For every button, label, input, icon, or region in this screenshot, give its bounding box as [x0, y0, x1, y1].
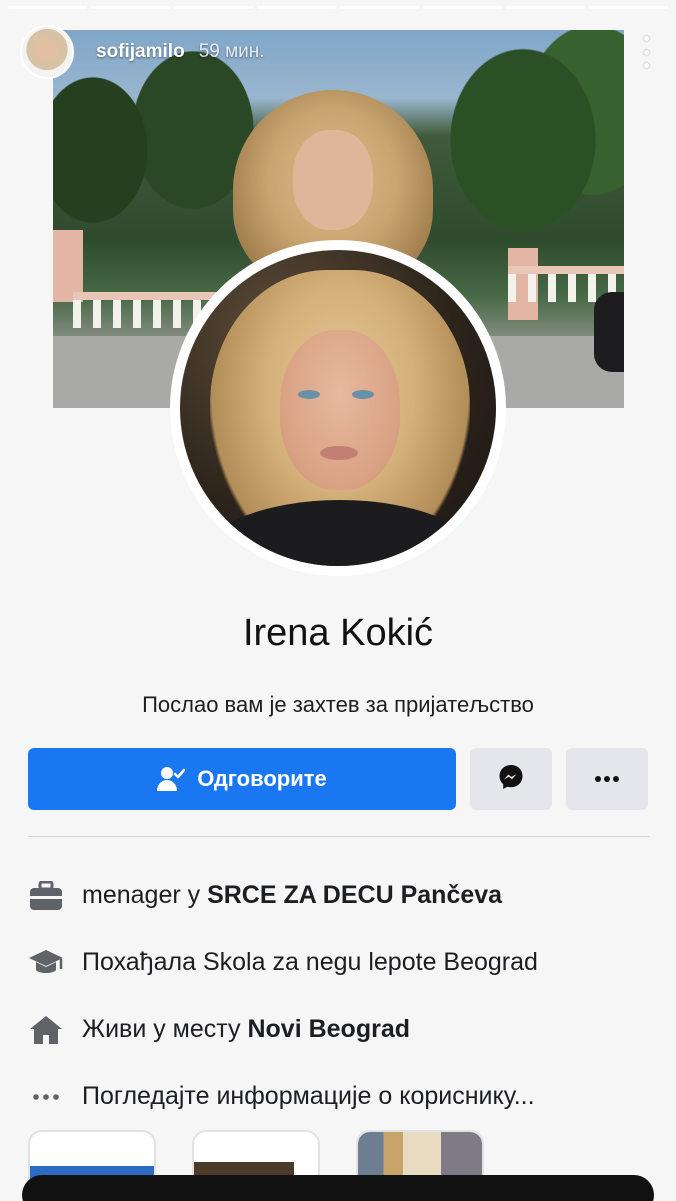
info-location-prefix: Живи у месту — [82, 1015, 248, 1043]
info-work-company[interactable]: SRCE ZA DECU Pančeva — [207, 881, 502, 909]
friend-request-text: Послао вам је захтев за пријатељство — [142, 692, 534, 717]
respond-button-label: Одговорите — [197, 766, 327, 791]
story-reply-bar[interactable] — [22, 1175, 654, 1201]
divider — [28, 836, 650, 837]
profile-name: Irena Kokić — [242, 612, 434, 654]
messenger-button[interactable] — [470, 748, 552, 810]
messenger-icon — [497, 763, 525, 796]
info-work-prefix: menager у — [82, 881, 208, 909]
graduation-cap-icon — [28, 945, 64, 981]
briefcase-icon — [28, 878, 64, 914]
info-work: menager у SRCE ZA DECU Pančeva — [28, 862, 668, 929]
story-time: 59 мин. — [198, 41, 265, 62]
progress-segment — [340, 6, 419, 9]
info-see-more-text: Погледајте информације о кориснику... — [82, 1082, 535, 1110]
progress-segment — [506, 6, 585, 9]
progress-segment — [423, 6, 502, 9]
respond-button[interactable]: Одговорите — [28, 748, 456, 810]
progress-segment — [8, 6, 87, 9]
progress-segment — [174, 6, 253, 9]
profile-info-list: menager у SRCE ZA DECU Pančeva Похађала … — [28, 862, 668, 1130]
user-check-icon — [157, 766, 186, 792]
story-frame: sofijamilo 59 мин. Irena Kokić Послао ва… — [0, 0, 676, 1201]
story-progress — [8, 6, 668, 9]
info-education: Похађала Skola za negu lepote Beograd — [28, 929, 668, 996]
ellipsis-icon — [594, 770, 620, 788]
info-location-city[interactable]: Novi Beograd — [247, 1015, 410, 1043]
info-location: Живи у месту Novi Beograd — [28, 996, 668, 1063]
progress-segment — [589, 6, 668, 9]
home-icon — [28, 1012, 64, 1048]
profile-picture[interactable] — [180, 250, 496, 566]
more-options-icon[interactable] — [636, 36, 656, 68]
more-dots-icon — [28, 1079, 64, 1115]
progress-segment — [91, 6, 170, 9]
more-button[interactable] — [566, 748, 648, 810]
progress-segment — [257, 6, 336, 9]
story-avatar[interactable] — [20, 25, 74, 79]
info-see-more[interactable]: Погледајте информације о кориснику... — [28, 1063, 668, 1130]
action-buttons: Одговорите — [28, 748, 650, 810]
story-header: sofijamilo 59 мин. — [20, 24, 656, 80]
info-education-text: Похађала Skola za negu lepote Beograd — [82, 948, 538, 976]
story-username[interactable]: sofijamilo — [96, 41, 185, 63]
